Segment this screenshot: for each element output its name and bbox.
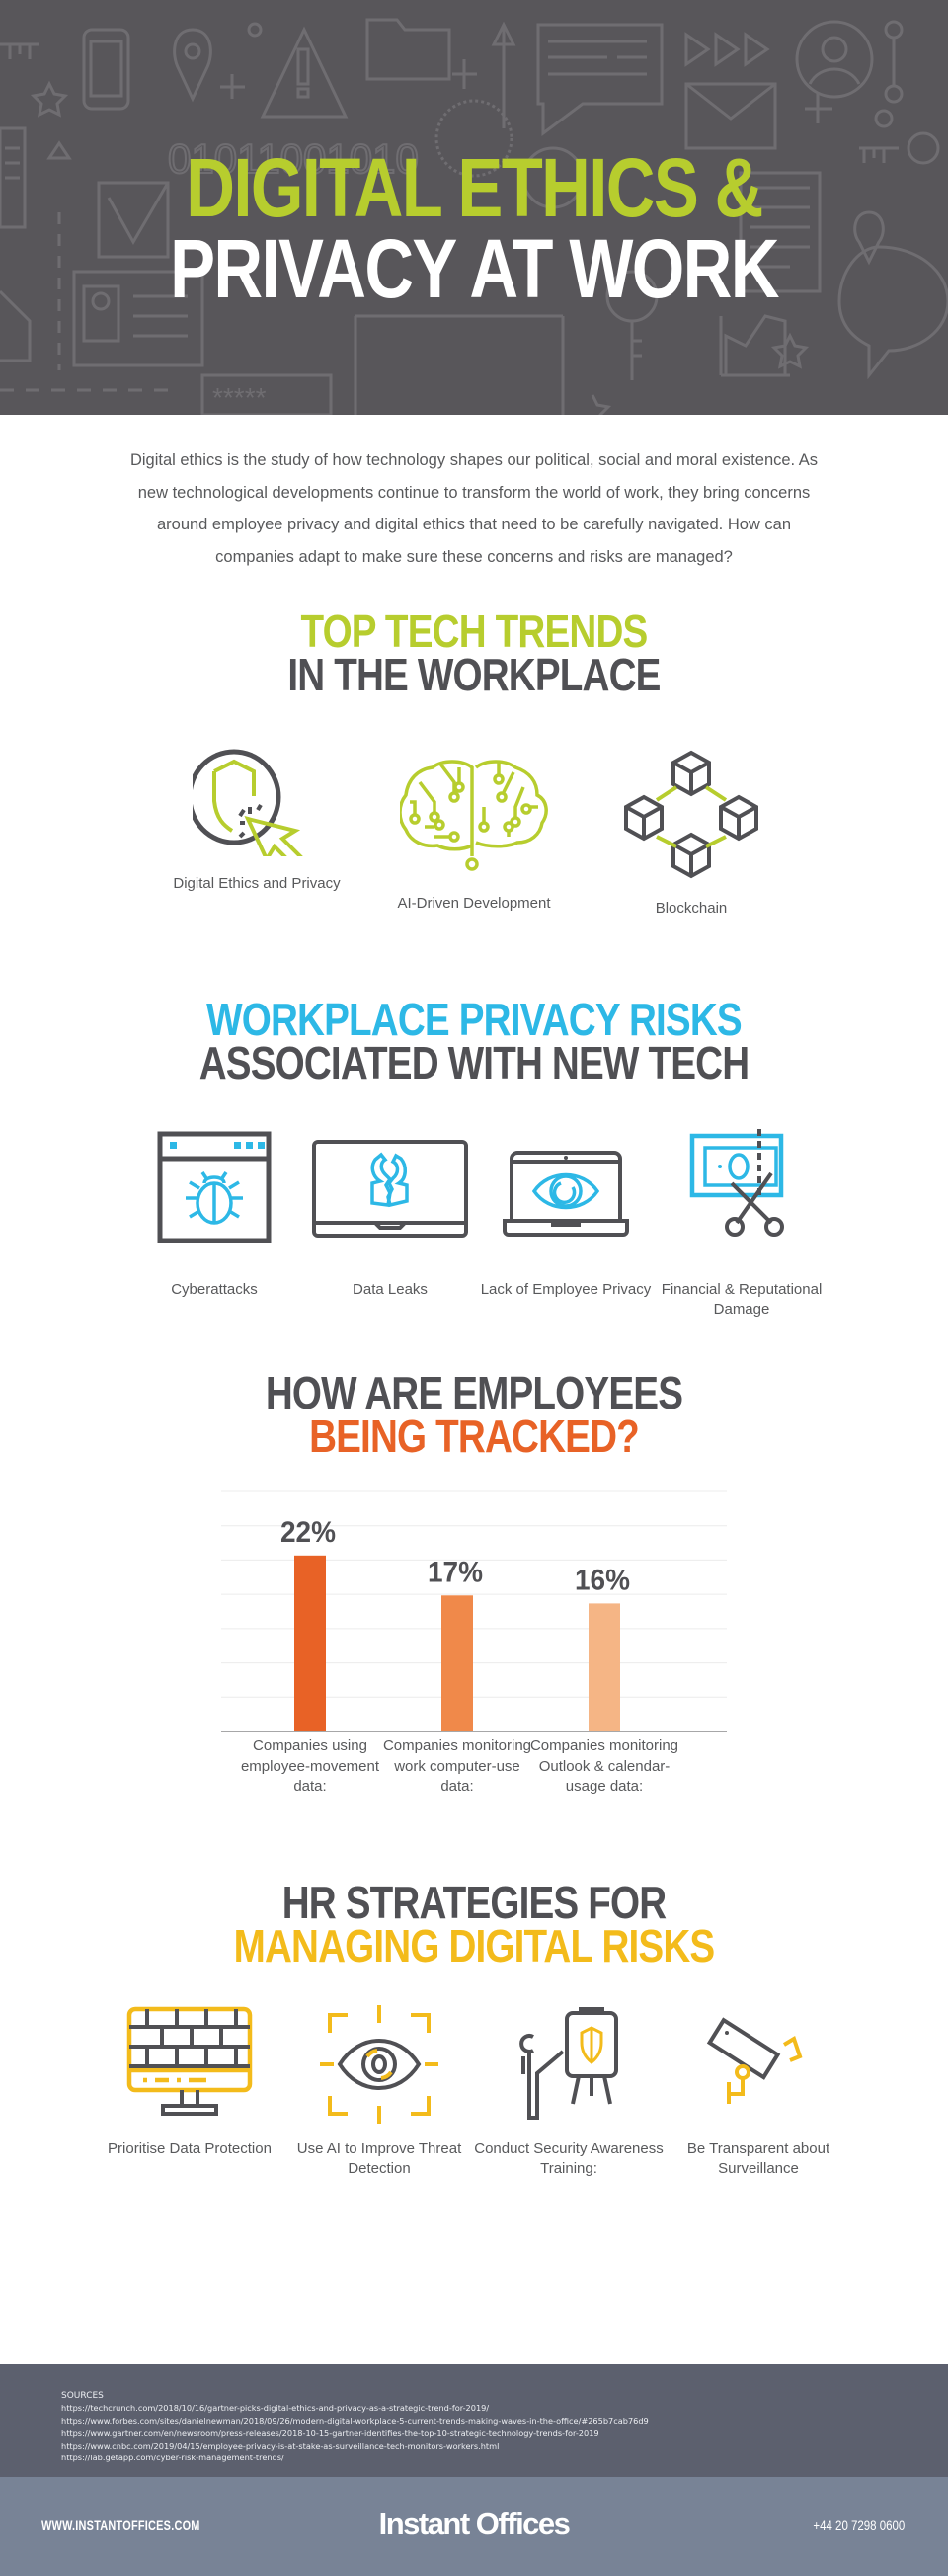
risk-item: Data Leaks	[302, 1124, 478, 1320]
risk-label: Lack of Employee Privacy	[480, 1281, 652, 1298]
strategy-item: Use AI to Improve Threat Detection	[284, 2005, 474, 2179]
source-link[interactable]: https://lab.getapp.com/cyber-risk-manage…	[61, 2452, 948, 2464]
source-link[interactable]: https://www.gartner.com/en/newsroom/pres…	[61, 2427, 948, 2440]
tracking-title-line2: BEING TRACKED?	[309, 1410, 640, 1462]
trend-label: Blockchain	[655, 900, 728, 917]
strategy-label: Use AI to Improve Threat Detection	[296, 2140, 462, 2177]
risk-label: Financial & Reputational Damage	[661, 1281, 823, 1318]
tracking-bar-chart: 22% 17% 16% Companies using employee-movem…	[0, 1480, 948, 1835]
cut-banknote-icon	[689, 1129, 784, 1237]
tech-trends-title-line2: IN THE WORKPLACE	[287, 649, 661, 700]
laptop-eye-icon	[503, 1151, 629, 1237]
strategy-label: Be Transparent about Surveillance	[686, 2140, 830, 2177]
hr-strategies-section: HR STRATEGIES FOR MANAGING DIGITAL RISKS	[0, 1877, 948, 2179]
strategy-item: Prioritise Data Protection	[95, 2005, 284, 2179]
sources-band: SOURCES https://techcrunch.com/2018/10/1…	[0, 2364, 948, 2477]
brand-logo: Instant Offices	[378, 2506, 571, 2540]
privacy-risks-title-line1: WORKPLACE PRIVACY RISKS	[206, 994, 743, 1045]
bar	[441, 1595, 473, 1731]
browser-bug-icon	[157, 1131, 272, 1243]
eye-target-icon	[320, 2005, 438, 2124]
trend-item: Blockchain	[583, 748, 800, 919]
svg-text:*****: *****	[212, 382, 267, 413]
strategy-item: Be Transparent about Surveillance	[664, 2005, 853, 2179]
tracking-section: HOW ARE EMPLOYEES BEING TRACKED? 22% 17% 1…	[0, 1367, 948, 1835]
bar-value-label: 22%	[280, 1516, 336, 1549]
privacy-risks-title-line2: ASSOCIATED WITH NEW TECH	[198, 1037, 750, 1088]
trend-item: AI-Driven Development	[365, 748, 583, 919]
tech-trends-title: TOP TECH TRENDS IN THE WORKPLACE	[76, 605, 872, 700]
risk-label: Cyberattacks	[171, 1281, 258, 1298]
shield-cursor-icon	[193, 749, 303, 856]
strategy-label: Conduct Security Awareness Training:	[474, 2140, 664, 2177]
tracking-title: HOW ARE EMPLOYEES BEING TRACKED?	[76, 1367, 872, 1462]
privacy-risks-section: WORKPLACE PRIVACY RISKS ASSOCIATED WITH …	[0, 994, 948, 1320]
risk-item: Financial & Reputational Damage	[654, 1124, 830, 1320]
cctv-camera-icon	[706, 2017, 803, 2104]
presenter-board-icon	[519, 2007, 618, 2120]
hr-strategies-title-line1: HR STRATEGIES FOR	[281, 1877, 667, 1928]
page-title-line2: PRIVACY AT WORK	[170, 222, 779, 315]
intro-paragraph: Digital ethics is the study of how techn…	[129, 451, 819, 566]
privacy-risks-title: WORKPLACE PRIVACY RISKS ASSOCIATED WITH …	[76, 994, 872, 1088]
source-link[interactable]: https://www.cnbc.com/2019/04/15/employee…	[61, 2440, 948, 2453]
risk-label: Data Leaks	[353, 1281, 428, 1298]
phone-number[interactable]: +44 20 7298 0600	[813, 2517, 905, 2533]
bar-category-label: Companies using employee-movement data:	[240, 1737, 380, 1795]
page-title: DIGITAL ETHICS & PRIVACY AT WORK	[85, 141, 862, 315]
trend-label: AI-Driven Development	[397, 895, 551, 912]
source-link[interactable]: https://www.forbes.com/sites/danielnewma…	[61, 2415, 948, 2428]
strategy-item: Conduct Security Awareness Training:	[474, 2005, 664, 2179]
risk-item: Lack of Employee Privacy	[478, 1124, 654, 1320]
tech-trends-list: Digital Ethics and Privacy AI-Driven Dev…	[0, 748, 948, 919]
trend-label: Digital Ethics and Privacy	[173, 875, 341, 892]
bar-value-label: 17%	[428, 1556, 483, 1588]
privacy-risks-list: Cyberattacks Data Leaks Lack of Employee…	[0, 1124, 948, 1320]
bar-value-label: 16%	[575, 1564, 630, 1596]
firewall-monitor-icon	[126, 2006, 253, 2116]
infographic-page: 01011001010 ***** DIGITAL ETHICS & PRIVA…	[0, 0, 948, 2576]
source-link[interactable]: https://techcrunch.com/2018/10/16/gartne…	[61, 2402, 948, 2415]
bar-chart-svg: 22% 17% 16%	[221, 1490, 727, 1732]
bar	[294, 1555, 326, 1731]
hr-strategies-title: HR STRATEGIES FOR MANAGING DIGITAL RISKS	[76, 1877, 872, 1972]
sources-title: SOURCES	[61, 2391, 104, 2401]
page-title-line1: DIGITAL ETHICS &	[186, 141, 763, 234]
footer: WWW.INSTANTOFFICES.COM Instant Offices +…	[0, 2477, 948, 2576]
tech-trends-section: TOP TECH TRENDS IN THE WORKPLACE Digital…	[0, 605, 948, 919]
risk-item: Cyberattacks	[126, 1124, 302, 1320]
trend-item: Digital Ethics and Privacy	[148, 748, 365, 919]
hr-strategies-list: Prioritise Data Protection Use AI to Imp…	[0, 2005, 948, 2179]
laptop-broken-lock-icon	[312, 1140, 468, 1238]
tech-trends-title-line1: TOP TECH TRENDS	[300, 605, 649, 657]
hr-strategies-title-line2: MANAGING DIGITAL RISKS	[233, 1920, 716, 1972]
blockchain-icon	[624, 750, 758, 879]
tracking-title-line1: HOW ARE EMPLOYEES	[265, 1367, 683, 1418]
bar-category-label: Companies monitoring work computer-use d…	[382, 1737, 532, 1795]
strategy-label: Prioritise Data Protection	[108, 2140, 272, 2157]
circuit-brain-icon	[400, 760, 548, 871]
hero-banner: 01011001010 ***** DIGITAL ETHICS & PRIVA…	[0, 0, 948, 415]
bar-category-label: Companies monitoring Outlook & calendar-…	[529, 1737, 679, 1795]
bar	[589, 1603, 620, 1731]
